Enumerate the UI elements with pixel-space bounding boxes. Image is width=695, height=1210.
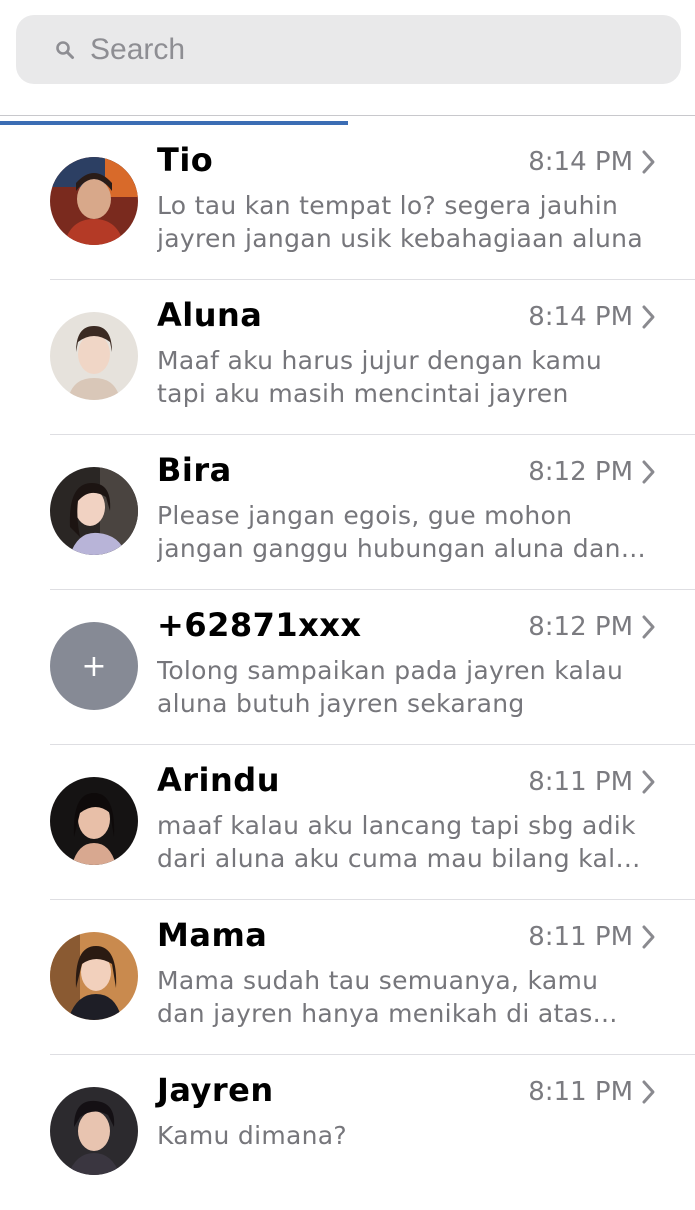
contact-name: Mama [157,916,268,954]
avatar [50,932,138,1020]
conversation-row[interactable]: Tio 8:14 PM Lo tau kan tempat lo? segera… [0,125,695,280]
chevron-right-icon [641,924,657,950]
timestamp: 8:11 PM [528,922,633,952]
search-input[interactable] [90,32,630,67]
message-preview: Tolong sampaikan pada jayren kalau aluna… [157,656,624,718]
avatar [50,1087,138,1175]
avatar [50,157,138,245]
conversation-row[interactable]: Aluna 8:14 PM Maaf aku harus jujur denga… [0,280,695,435]
timestamp: 8:12 PM [528,612,633,642]
contact-name: Bira [157,451,232,489]
chevron-right-icon [641,459,657,485]
contact-name: Jayren [157,1071,274,1109]
plus-icon: + [81,648,107,684]
conversation-row[interactable]: + +62871xxx 8:12 PM Tolong sampaikan pad… [0,590,695,745]
avatar [50,467,138,555]
message-preview: Lo tau kan tempat lo? segera jauhin jayr… [157,191,643,253]
conversation-row[interactable]: Mama 8:11 PM Mama sudah tau semuanya, ka… [0,900,695,1055]
divider [0,115,695,116]
message-preview: Mama sudah tau semuanya, kamu dan jayren… [157,966,599,1028]
timestamp: 8:12 PM [528,457,633,487]
contact-name: Arindu [157,761,280,799]
message-preview: Kamu dimana? [157,1121,347,1150]
timestamp: 8:11 PM [528,767,633,797]
contact-name: Aluna [157,296,263,334]
message-preview: Please jangan egois, gue mohon jangan ga… [157,501,621,563]
message-preview: Maaf aku harus jujur dengan kamu tapi ak… [157,346,603,408]
timestamp: 8:14 PM [528,147,633,177]
chevron-right-icon [641,769,657,795]
message-preview: maaf kalau aku lancang tapi sbg adik dar… [157,811,636,873]
placeholder-avatar: + [50,622,138,710]
conversation-row[interactable]: Jayren 8:11 PM Kamu dimana? [0,1055,695,1210]
timestamp: 8:14 PM [528,302,633,332]
chevron-right-icon [641,614,657,640]
conversation-row[interactable]: Arindu 8:11 PM maaf kalau aku lancang ta… [0,745,695,900]
contact-name: +62871xxx [157,606,362,644]
search-container [16,15,681,84]
timestamp: 8:11 PM [528,1077,633,1107]
search-bar[interactable] [16,15,681,84]
contact-name: Tio [157,141,214,179]
chevron-right-icon [641,304,657,330]
conversation-list: Tio 8:14 PM Lo tau kan tempat lo? segera… [0,125,695,1210]
conversation-row[interactable]: Bira 8:12 PM Please jangan egois, gue mo… [0,435,695,590]
avatar [50,312,138,400]
search-icon [54,39,76,61]
chevron-right-icon [641,149,657,175]
chevron-right-icon [641,1079,657,1105]
avatar [50,777,138,865]
